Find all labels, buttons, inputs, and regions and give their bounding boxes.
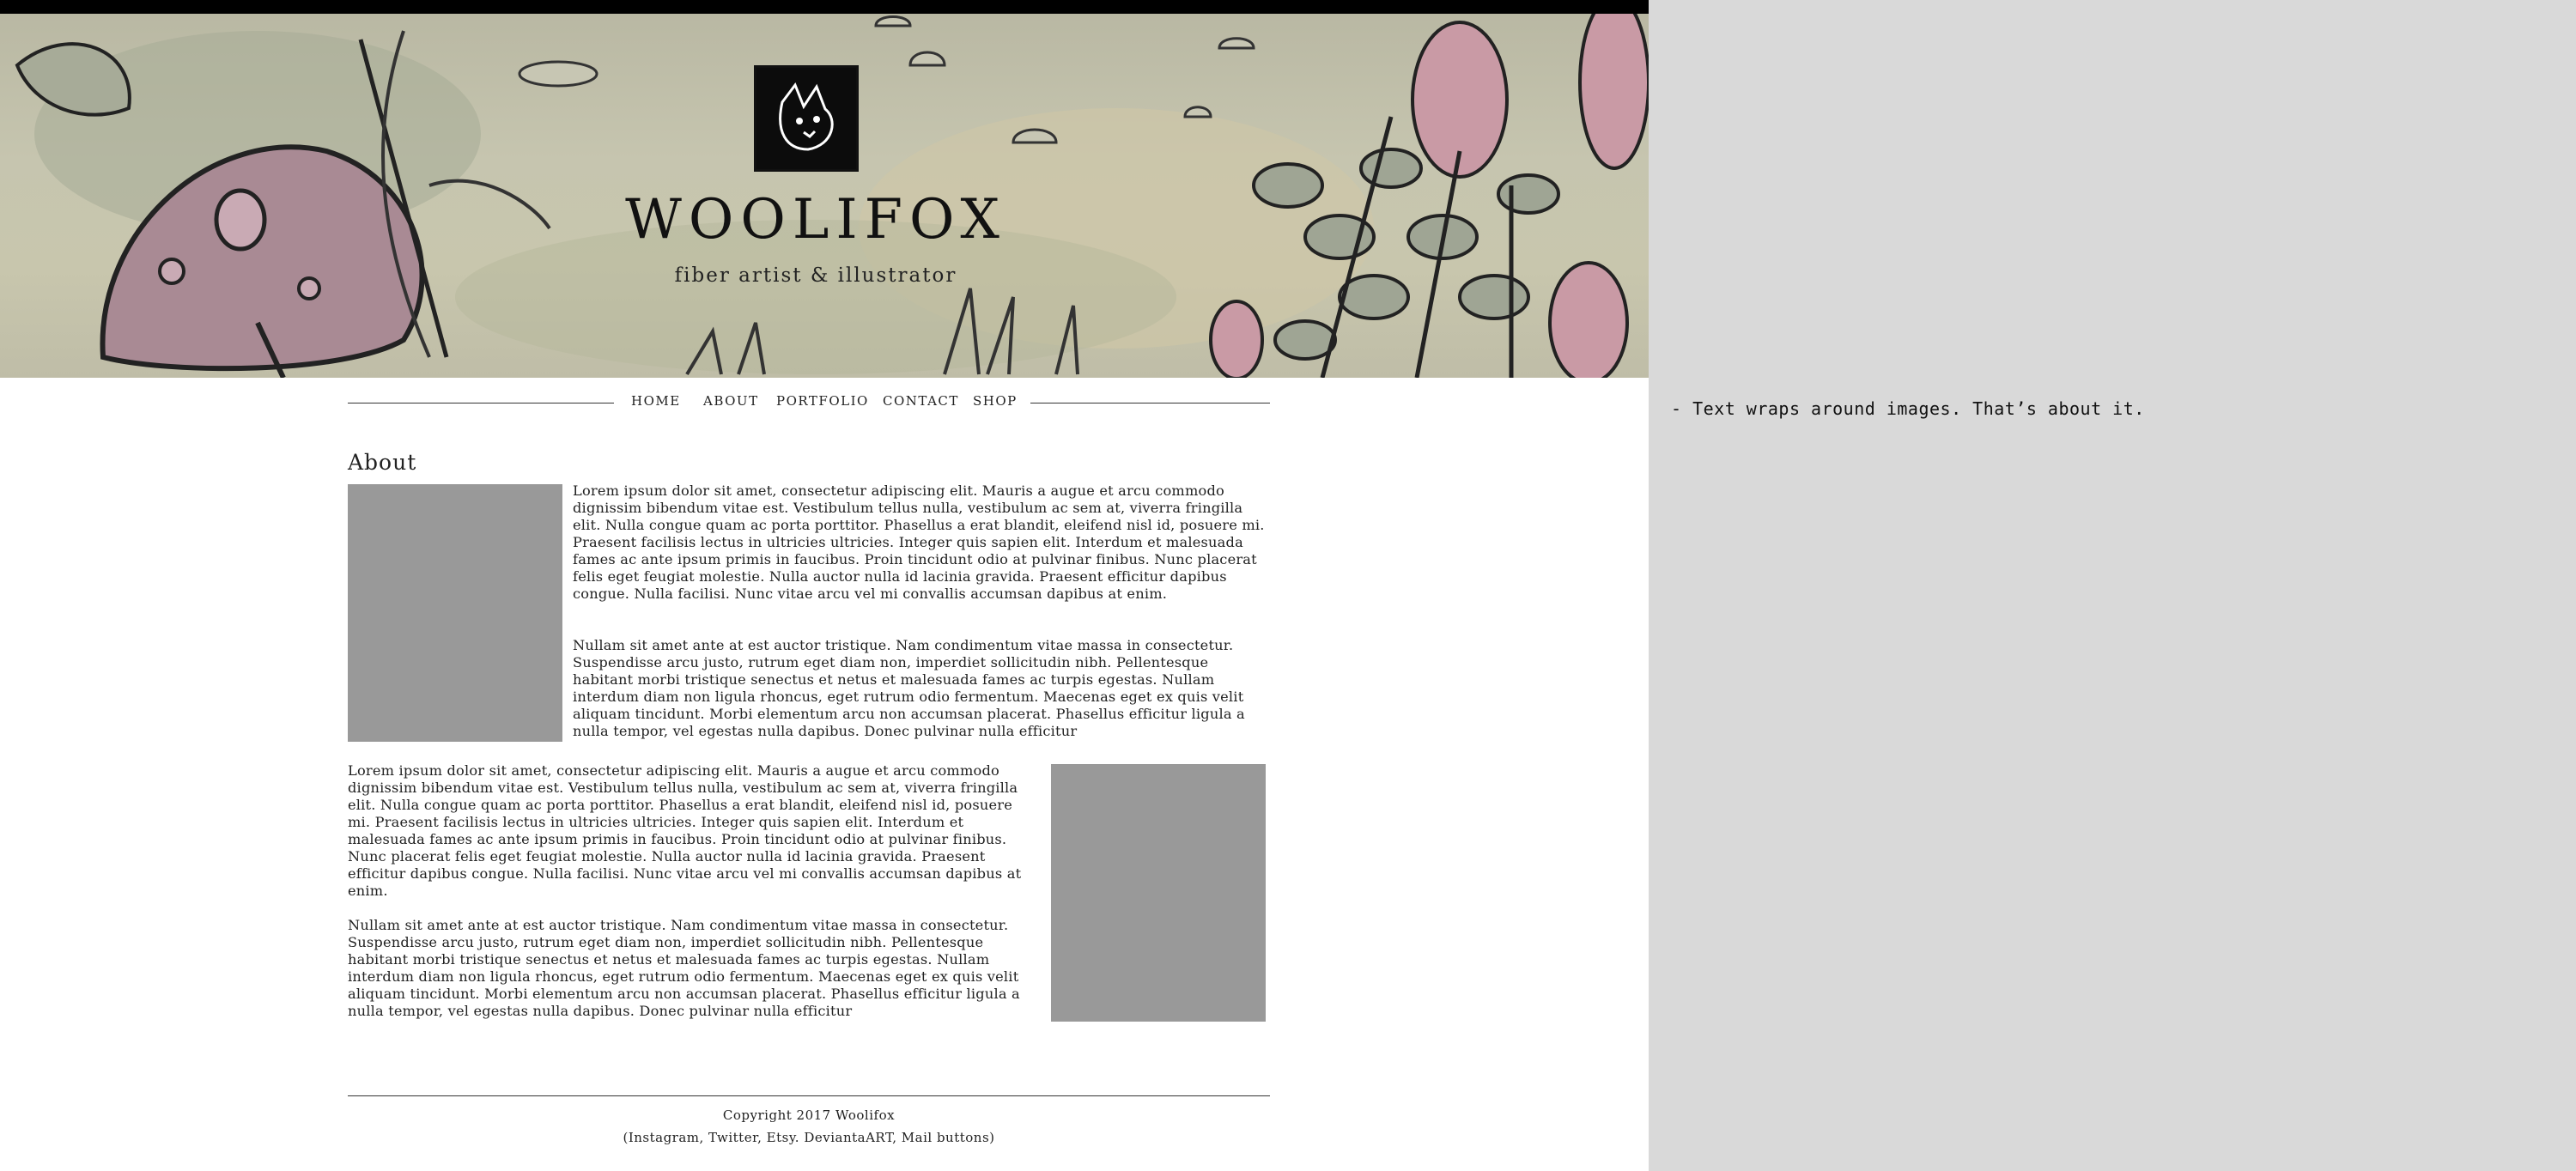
footer-copyright: Copyright 2017 Woolifox <box>722 1107 896 1123</box>
side-panel <box>1649 0 2576 1171</box>
image-placeholder-right <box>1051 764 1266 1022</box>
footer-social-links[interactable]: (Instagram, Twitter, Etsy. DeviantaART, … <box>348 1130 1270 1145</box>
about-paragraph-2: Nullam sit amet ante at est auctor trist… <box>573 637 1245 739</box>
about-paragraph-4: Nullam sit amet ante at est auctor trist… <box>348 917 1020 1019</box>
nav-item-about[interactable]: ABOUT <box>703 393 759 409</box>
fox-logo-icon[interactable] <box>754 65 859 172</box>
about-paragraph-1: Lorem ipsum dolor sit amet, consectetur … <box>573 482 1265 602</box>
nav-item-shop[interactable]: SHOP <box>973 393 1018 409</box>
side-note: - Text wraps around images. That’s about… <box>1671 398 2145 419</box>
about-paragraph-3: Lorem ipsum dolor sit amet, consectetur … <box>348 762 1022 899</box>
nav-item-portfolio[interactable]: PORTFOLIO <box>776 393 869 409</box>
top-black-bar <box>0 0 1649 14</box>
site-subtitle: fiber artist & illustrator <box>674 264 957 287</box>
nav-item-home[interactable]: HOME <box>631 393 681 409</box>
page-title: About <box>348 450 417 475</box>
main-nav: HOME ABOUT PORTFOLIO CONTACT SHOP <box>348 393 1270 414</box>
image-placeholder-left <box>348 484 562 742</box>
footer-divider <box>348 1095 1270 1096</box>
site-title: WOOLIFOX <box>625 188 1006 252</box>
nav-item-contact[interactable]: CONTACT <box>883 393 959 409</box>
header-banner: WOOLIFOX fiber artist & illustrator <box>0 14 1649 378</box>
